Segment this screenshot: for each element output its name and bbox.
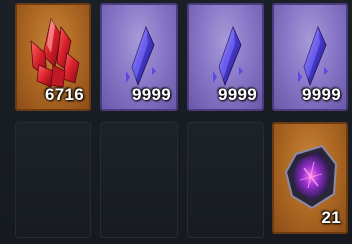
inventory-slot[interactable]: 21 (272, 122, 348, 234)
inventory-slot-empty[interactable] (100, 122, 178, 238)
inventory-slot[interactable]: 9999 (100, 3, 178, 111)
item-count: 6716 (44, 85, 84, 104)
inventory-slot[interactable]: 9999 (187, 3, 264, 111)
inventory-grid: 6716 9999 9999 9999 21 (0, 0, 352, 244)
item-count: 21 (321, 208, 341, 227)
inventory-slot[interactable]: 9999 (272, 3, 348, 111)
inventory-slot-empty[interactable] (15, 122, 91, 238)
item-count: 9999 (301, 85, 341, 104)
inventory-slot-empty[interactable] (187, 122, 264, 238)
item-count: 9999 (131, 85, 171, 104)
item-count: 9999 (217, 85, 257, 104)
inventory-slot[interactable]: 6716 (15, 3, 91, 111)
